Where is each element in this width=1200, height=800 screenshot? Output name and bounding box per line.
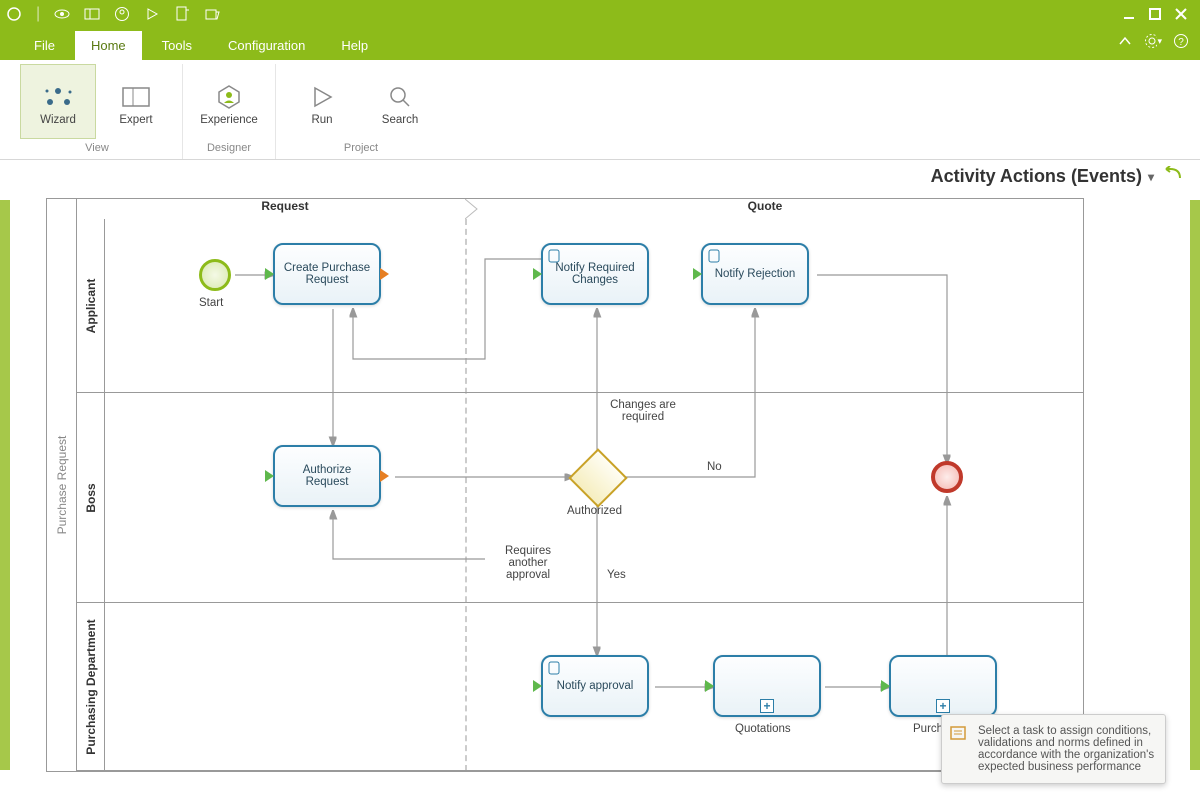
gateway-label-no: No	[707, 461, 722, 473]
dropdown-icon[interactable]: ▾	[1148, 170, 1154, 184]
maximize-button[interactable]	[1142, 1, 1168, 27]
panel-title-text: Activity Actions (Events)	[931, 166, 1142, 187]
experience-icon	[215, 82, 243, 112]
ribbon-experience-label: Experience	[200, 114, 258, 126]
gear-icon[interactable]: ▾	[1144, 32, 1162, 50]
menu-file[interactable]: File	[18, 31, 71, 60]
menu-configuration[interactable]: Configuration	[212, 31, 321, 60]
gateway-label-authorized: Authorized	[567, 505, 622, 517]
ribbon-search[interactable]: Search	[362, 64, 438, 139]
task-create-purchase-request[interactable]: Create Purchase Request	[273, 243, 381, 305]
undo-icon[interactable]	[1160, 166, 1182, 187]
script-icon	[548, 249, 560, 263]
minimize-button[interactable]	[1116, 1, 1142, 27]
lane-boss[interactable]: Boss	[77, 393, 1083, 603]
ribbon-group-designer: Designer	[207, 139, 251, 159]
ribbon-group-view: View	[85, 139, 109, 159]
svg-text:?: ?	[1178, 37, 1184, 48]
task-authorize-request[interactable]: Authorize Request	[273, 445, 381, 507]
help-icon[interactable]: ?	[1172, 32, 1190, 50]
open-doc-icon[interactable]	[204, 6, 220, 22]
run-icon	[309, 82, 335, 112]
ribbon-expert-label: Expert	[119, 114, 152, 126]
wizard-icon	[40, 82, 76, 112]
start-event-label: Start	[199, 297, 223, 309]
start-event[interactable]	[199, 259, 231, 291]
chevron-up-icon[interactable]	[1116, 32, 1134, 50]
panel-title[interactable]: Activity Actions (Events) ▾	[931, 166, 1182, 187]
tip-icon	[950, 725, 968, 743]
ribbon-expert[interactable]: Expert	[98, 64, 174, 139]
task-notify-required-changes[interactable]: Notify Required Changes	[541, 243, 649, 305]
ribbon-run-label: Run	[311, 114, 332, 126]
eye-icon[interactable]	[54, 6, 70, 22]
play-icon[interactable]	[144, 6, 160, 22]
tooltip-text: Select a task to assign conditions, vali…	[978, 725, 1154, 773]
ribbon-wizard-label: Wizard	[40, 114, 76, 126]
pool-purchase-request[interactable]: Purchase Request Request Quote Applicant…	[46, 198, 1084, 772]
task-notify-rejection[interactable]: Notify Rejection	[701, 243, 809, 305]
gateway-label-changes: Changes are required	[598, 399, 688, 423]
ribbon-group-project: Project	[344, 139, 378, 159]
menu-home[interactable]: Home	[75, 31, 142, 60]
end-event[interactable]	[931, 461, 963, 493]
task-purchase[interactable]: +	[889, 655, 997, 717]
phase-quote: Quote	[475, 199, 1055, 219]
menubar: File Home Tools Configuration Help ▾ ?	[0, 28, 1200, 60]
ribbon: Wizard Expert View Experience Designer R…	[0, 60, 1200, 160]
logo-icon	[6, 6, 22, 22]
task-quotations-label: Quotations	[735, 723, 791, 735]
search-icon	[387, 82, 413, 112]
canvas-accent-right	[1190, 200, 1200, 770]
user-circle-icon[interactable]	[114, 6, 130, 22]
lane-boss-label: Boss	[84, 483, 98, 512]
help-tooltip: Select a task to assign conditions, vali…	[941, 714, 1166, 784]
ribbon-experience[interactable]: Experience	[191, 64, 267, 139]
menu-tools[interactable]: Tools	[146, 31, 208, 60]
canvas-accent-left	[0, 200, 10, 770]
close-button[interactable]	[1168, 1, 1194, 27]
gateway-label-requires-another: Requires another approval	[493, 545, 563, 581]
task-notify-approval[interactable]: Notify approval	[541, 655, 649, 717]
ribbon-wizard[interactable]: Wizard	[20, 64, 96, 139]
ribbon-search-label: Search	[382, 114, 418, 126]
lane-purchasing-label: Purchasing Department	[84, 619, 98, 754]
layout-icon[interactable]	[84, 6, 100, 22]
gateway-label-yes: Yes	[607, 569, 626, 581]
subprocess-icon: +	[760, 699, 774, 713]
titlebar: |	[0, 0, 1200, 28]
task-quotations[interactable]: +	[713, 655, 821, 717]
subprocess-icon: +	[936, 699, 950, 713]
ribbon-run[interactable]: Run	[284, 64, 360, 139]
lane-applicant-label: Applicant	[84, 278, 98, 333]
menu-help[interactable]: Help	[325, 31, 384, 60]
expert-icon	[121, 82, 151, 112]
script-icon	[548, 661, 560, 675]
pool-label: Purchase Request	[47, 199, 77, 771]
new-doc-icon[interactable]	[174, 6, 190, 22]
phase-request: Request	[105, 199, 465, 219]
diagram-canvas[interactable]: Activity Actions (Events) ▾ Purchase Req…	[0, 160, 1200, 800]
script-icon	[708, 249, 720, 263]
